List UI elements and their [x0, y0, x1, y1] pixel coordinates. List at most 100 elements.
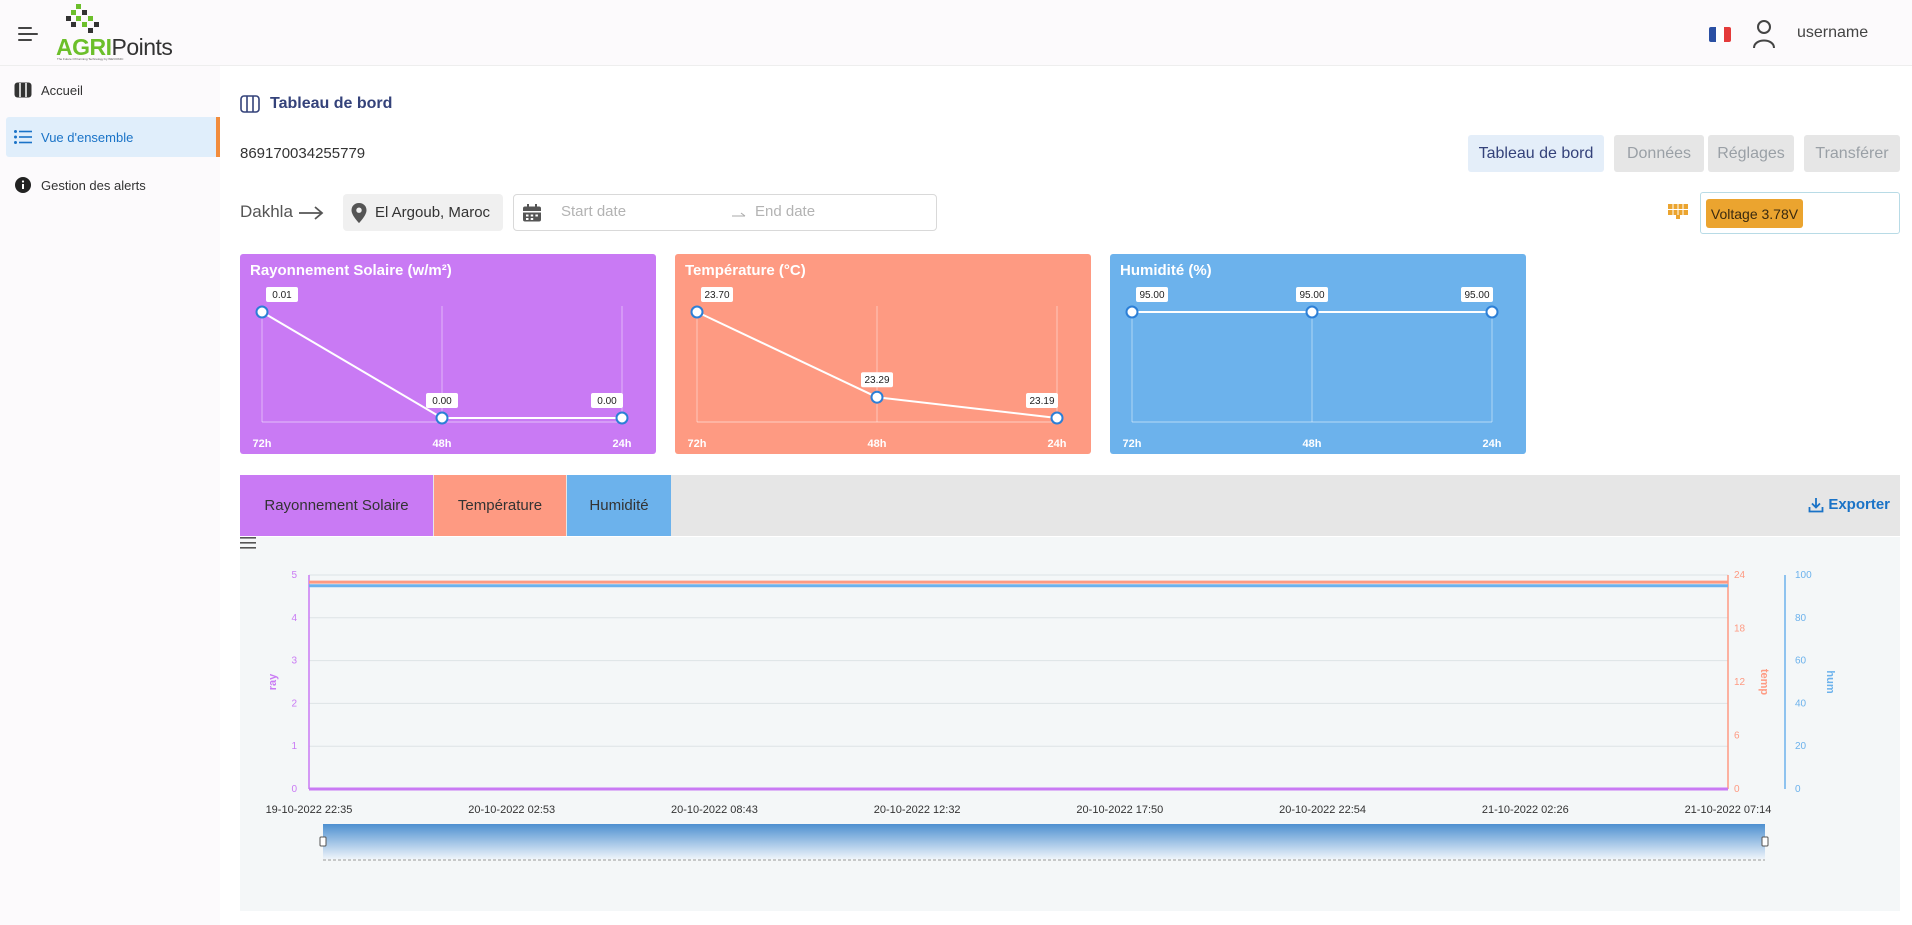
card-chart: 0.01 72h 0.00 48h 0.00 24h	[253, 287, 632, 450]
sidebar-item-label: Vue d'ensemble	[41, 129, 134, 145]
navigator-area	[323, 824, 1765, 859]
x-tick-label: 48h	[868, 438, 887, 450]
calendar-icon	[523, 204, 541, 222]
sidebar-item-label: Gestion des alerts	[41, 177, 146, 193]
data-label: 0.00	[597, 396, 617, 407]
top-bar: AGRIPoints The Future Of Farming Technol…	[0, 0, 1912, 66]
data-point	[1125, 305, 1139, 319]
arrow-right-icon	[299, 206, 324, 220]
y3-tick-label: 40	[1795, 698, 1807, 709]
card-chart: 23.70 72h 23.29 48h 23.19 24h	[688, 287, 1067, 450]
x-tick-label: 20-10-2022 08:43	[671, 804, 758, 816]
y-tick-label: 4	[291, 613, 297, 624]
arrow-right-icon	[732, 212, 746, 217]
user-icon[interactable]	[1752, 19, 1776, 49]
sidebar-item-accueil[interactable]: Accueil	[6, 70, 218, 110]
tab-transfer[interactable]: Transférer	[1804, 135, 1900, 172]
tab-temperature[interactable]: Température	[434, 475, 566, 536]
data-label: 23.70	[704, 290, 729, 301]
tab-humidite[interactable]: Humidité	[567, 475, 671, 536]
page-title: Tableau de bord	[240, 94, 392, 114]
x-tick-label: 48h	[433, 438, 452, 450]
tab-rayonnement[interactable]: Rayonnement Solaire	[240, 475, 433, 536]
map-icon	[240, 95, 260, 113]
y-tick-label: 0	[291, 784, 297, 795]
start-date-input[interactable]	[561, 203, 711, 220]
data-label: 95.00	[1464, 290, 1489, 301]
data-point	[255, 305, 269, 319]
data-point	[1485, 305, 1499, 319]
solar-panel-icon	[1668, 204, 1688, 219]
x-tick-label: 21-10-2022 07:14	[1685, 804, 1772, 816]
data-point	[1305, 305, 1319, 319]
y2-tick-label: 12	[1734, 677, 1746, 688]
y2-tick-label: 0	[1734, 784, 1740, 795]
data-point	[1050, 411, 1064, 425]
language-flag-icon[interactable]	[1709, 27, 1731, 42]
chart-tab-strip: Rayonnement Solaire Température Humidité…	[240, 475, 1900, 536]
x-tick-label: 21-10-2022 02:26	[1482, 804, 1569, 816]
y-tick-label: 1	[291, 741, 297, 752]
end-date-input[interactable]	[755, 203, 905, 220]
x-tick-label: 20-10-2022 12:32	[874, 804, 961, 816]
data-label: 23.19	[1029, 396, 1054, 407]
y3-tick-label: 0	[1795, 784, 1801, 795]
x-tick-label: 20-10-2022 22:54	[1279, 804, 1366, 816]
city-label: Dakhla	[240, 202, 293, 221]
tab-data[interactable]: Données	[1614, 135, 1704, 172]
card-solar-radiation: Rayonnement Solaire (w/m²) 0.01 72h 0.00 48…	[240, 254, 656, 454]
logo-pixel-icon	[66, 4, 99, 33]
x-tick-label: 72h	[253, 438, 272, 450]
y2-tick-label: 6	[1734, 731, 1740, 742]
voltage-panel: Voltage 3.78V	[1700, 192, 1900, 234]
y-axis-title: ray	[267, 673, 279, 690]
x-tick-label: 24h	[1048, 438, 1067, 450]
list-icon	[14, 128, 32, 146]
tab-settings[interactable]: Réglages	[1708, 135, 1794, 172]
y3-tick-label: 100	[1795, 570, 1812, 581]
tab-dashboard[interactable]: Tableau de bord	[1468, 135, 1604, 172]
y3-axis-title: hum	[1824, 670, 1836, 693]
date-range-picker[interactable]	[513, 194, 937, 231]
logo: AGRIPoints The Future Of Farming Technol…	[54, 4, 173, 62]
location-selector[interactable]: El Argoub, Maroc	[343, 194, 503, 231]
card-humidity: Humidité (%) 95.00 72h 95.00 48h 95.00 24h	[1110, 254, 1526, 454]
location-label: El Argoub, Maroc	[375, 204, 491, 221]
export-button[interactable]: Exporter	[1808, 496, 1890, 513]
x-tick-label: 20-10-2022 02:53	[468, 804, 555, 816]
data-point	[870, 390, 884, 404]
location-pin-icon	[351, 202, 367, 223]
card-temperature: Température (°C) 23.70 72h 23.29 48h 23.19 24…	[675, 254, 1091, 454]
page-title-text: Tableau de bord	[270, 95, 393, 112]
username[interactable]: username	[1797, 24, 1868, 42]
menu-toggle-icon[interactable]	[18, 27, 38, 41]
x-tick-label: 48h	[1303, 438, 1322, 450]
y3-tick-label: 20	[1795, 741, 1807, 752]
data-label: 23.29	[864, 375, 889, 386]
sidebar: Accueil Vue d'ensemble Gestion des alert…	[0, 66, 220, 925]
data-point	[435, 411, 449, 425]
chart-menu-icon[interactable]	[240, 537, 256, 549]
info-icon	[14, 176, 32, 194]
logo-tagline: The Future Of Farming Technology by WEVI…	[57, 57, 124, 61]
data-label: 0.01	[272, 290, 292, 301]
sidebar-item-alerts[interactable]: Gestion des alerts	[6, 165, 218, 205]
main-chart-svg: 01234506121824020406080100ray temp hum19-1…	[266, 570, 1836, 861]
sidebar-item-label: Accueil	[41, 82, 83, 98]
x-tick-label: 24h	[1483, 438, 1502, 450]
data-label: 95.00	[1299, 290, 1324, 301]
x-tick-label: 72h	[1123, 438, 1142, 450]
card-chart: 95.00 72h 95.00 48h 95.00 24h	[1123, 287, 1502, 450]
x-tick-label: 72h	[688, 438, 707, 450]
x-tick-label: 20-10-2022 17:50	[1076, 804, 1163, 816]
device-id: 869170034255779	[240, 145, 366, 162]
y2-tick-label: 18	[1734, 624, 1746, 635]
columns-icon	[14, 81, 32, 99]
voltage-badge: Voltage 3.78V	[1706, 199, 1803, 228]
x-tick-label: 19-10-2022 22:35	[266, 804, 353, 816]
navigator-handle-left	[319, 836, 327, 847]
y2-tick-label: 24	[1734, 570, 1746, 581]
x-tick-label: 24h	[613, 438, 632, 450]
y-tick-label: 3	[291, 656, 297, 667]
sidebar-item-vue-ensemble[interactable]: Vue d'ensemble	[6, 117, 220, 157]
